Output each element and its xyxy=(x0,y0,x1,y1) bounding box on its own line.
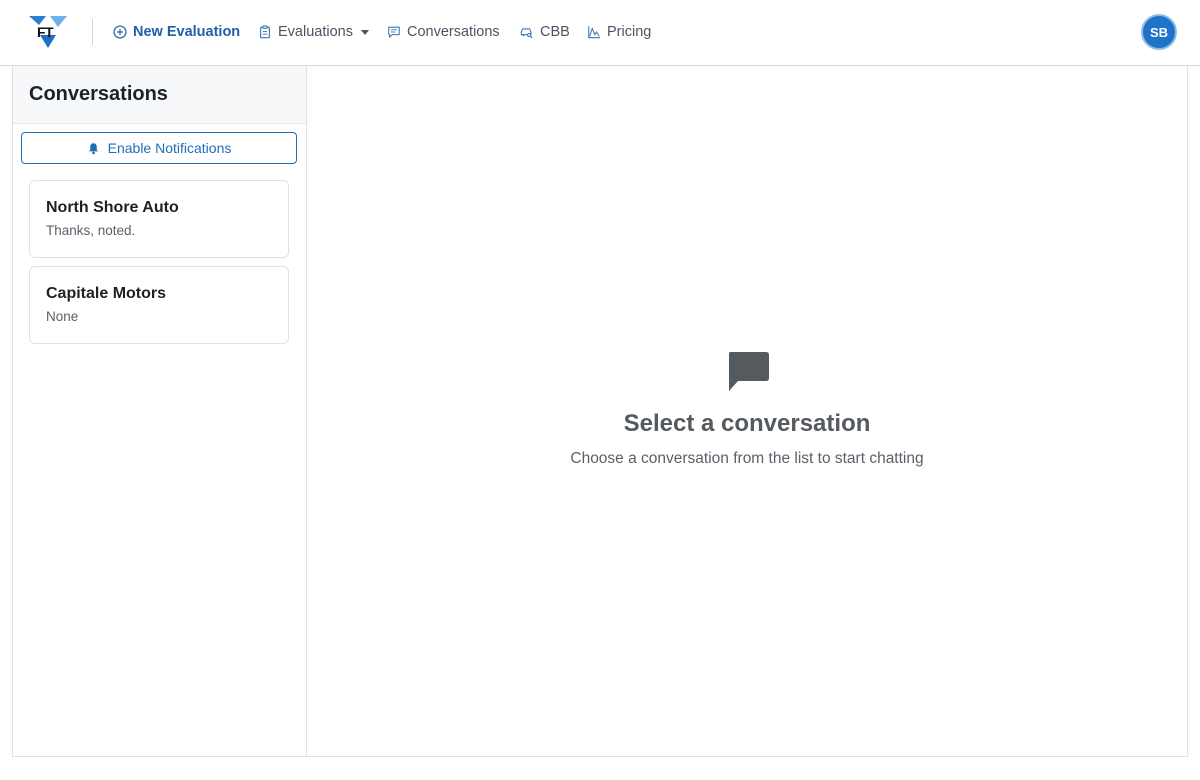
clipboard-icon xyxy=(260,25,270,39)
conversation-name: North Shore Auto xyxy=(46,199,179,216)
nav-evaluations-label: Evaluations xyxy=(278,24,353,40)
nav-new-evaluation[interactable]: New Evaluation xyxy=(113,20,240,44)
conversation-name: Capitale Motors xyxy=(46,285,167,302)
nav-cbb-label: CBB xyxy=(540,24,570,40)
caret-down-icon xyxy=(360,29,369,35)
nav-new-evaluation-label: New Evaluation xyxy=(133,24,241,40)
enable-notifications-label: Enable Notifications xyxy=(107,140,232,156)
plus-circle-icon xyxy=(113,25,127,39)
sidebar-title: Conversations xyxy=(29,83,168,105)
brand-logo[interactable]: FT xyxy=(28,15,68,49)
nav-pricing-label: Pricing xyxy=(607,24,652,40)
chat-square-icon xyxy=(388,26,400,38)
logo-text: FT xyxy=(37,24,54,40)
conversation-preview: Thanks, noted. xyxy=(46,223,136,238)
nav-evaluations-dropdown[interactable]: Evaluations xyxy=(258,20,369,44)
chat-bubble-icon xyxy=(726,351,770,393)
enable-notifications-button[interactable]: Enable Notifications xyxy=(21,132,297,164)
empty-state-title: Select a conversation xyxy=(623,410,871,437)
conversations-sidebar: Conversations Enable Notifications North… xyxy=(13,66,307,756)
nav-pricing[interactable]: Pricing xyxy=(587,20,651,44)
conversation-item[interactable]: Capitale Motors None xyxy=(29,266,289,344)
app-frame: Conversations Enable Notifications North… xyxy=(12,66,1188,757)
conversation-preview: None xyxy=(46,309,79,324)
conversation-item[interactable]: North Shore Auto Thanks, noted. xyxy=(29,180,289,258)
chart-line-icon xyxy=(588,26,601,39)
top-navbar: FT New Evaluation Evaluations Conversati… xyxy=(0,0,1200,66)
sidebar-header: Conversations xyxy=(13,66,306,124)
nav-conversations-label: Conversations xyxy=(407,24,500,40)
nav-cbb[interactable]: CBB xyxy=(520,20,570,44)
bell-icon xyxy=(88,142,98,154)
conversation-panel: Select a conversation Choose a conversat… xyxy=(307,66,1187,756)
nav-conversations[interactable]: Conversations xyxy=(387,20,500,44)
nav-divider xyxy=(92,19,93,45)
user-avatar[interactable]: SB xyxy=(1141,14,1177,50)
empty-state-subtitle: Choose a conversation from the list to s… xyxy=(570,450,924,467)
car-search-icon xyxy=(520,28,533,39)
